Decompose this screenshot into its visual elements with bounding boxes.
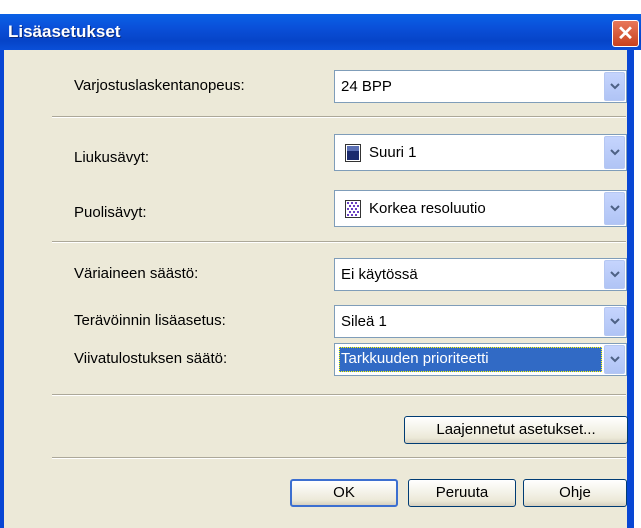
- ok-button[interactable]: OK: [290, 479, 398, 507]
- chevron-down-icon[interactable]: [604, 136, 625, 169]
- halftones-value: Korkea resoluutio: [369, 200, 486, 217]
- close-button[interactable]: ✕: [612, 20, 639, 47]
- close-icon: ✕: [617, 23, 634, 45]
- sharpening-dropdown[interactable]: Sileä 1: [334, 305, 627, 338]
- gradient-icon: [345, 144, 361, 162]
- halftone-icon: [345, 200, 361, 218]
- divider: [52, 457, 626, 459]
- chevron-down-icon[interactable]: [604, 72, 625, 101]
- sharpening-label: Terävöinnin lisäasetus:: [74, 312, 226, 329]
- chevron-down-icon[interactable]: [604, 260, 625, 289]
- halftones-dropdown[interactable]: Korkea resoluutio: [334, 190, 627, 227]
- toner-save-dropdown[interactable]: Ei käytössä: [334, 258, 627, 291]
- shading-label: Varjostuslaskentanopeus:: [74, 77, 245, 94]
- line-printing-dropdown[interactable]: Tarkkuuden prioriteetti: [334, 343, 627, 376]
- gradients-dropdown[interactable]: Suuri 1: [334, 134, 627, 171]
- chevron-down-icon[interactable]: [604, 192, 625, 225]
- halftones-label: Puolisävyt:: [74, 204, 147, 221]
- divider: [52, 394, 626, 396]
- window-title: Lisäasetukset: [8, 22, 121, 41]
- toner-save-label: Väriaineen säästö:: [74, 265, 199, 282]
- chevron-down-icon[interactable]: [604, 345, 625, 374]
- advanced-settings-button[interactable]: Laajennetut asetukset...: [404, 416, 628, 444]
- help-button[interactable]: Ohje: [523, 479, 627, 507]
- shading-value: 24 BPP: [341, 78, 392, 95]
- dialog-window: Lisäasetukset ✕ Varjostuslaskentanopeus:…: [0, 0, 641, 528]
- gradients-value: Suuri 1: [369, 144, 417, 161]
- title-bar[interactable]: Lisäasetukset ✕: [0, 14, 641, 50]
- divider: [52, 241, 626, 243]
- cancel-button[interactable]: Peruuta: [408, 479, 516, 507]
- sharpening-value: Sileä 1: [341, 313, 387, 330]
- line-printing-label: Viivatulostuksen säätö:: [74, 350, 228, 367]
- shading-dropdown[interactable]: 24 BPP: [334, 70, 627, 103]
- gradients-label: Liukusävyt:: [74, 149, 150, 166]
- line-printing-value: Tarkkuuden prioriteetti: [341, 350, 489, 367]
- divider: [52, 116, 626, 118]
- toner-save-value: Ei käytössä: [341, 266, 418, 283]
- chevron-down-icon[interactable]: [604, 307, 625, 336]
